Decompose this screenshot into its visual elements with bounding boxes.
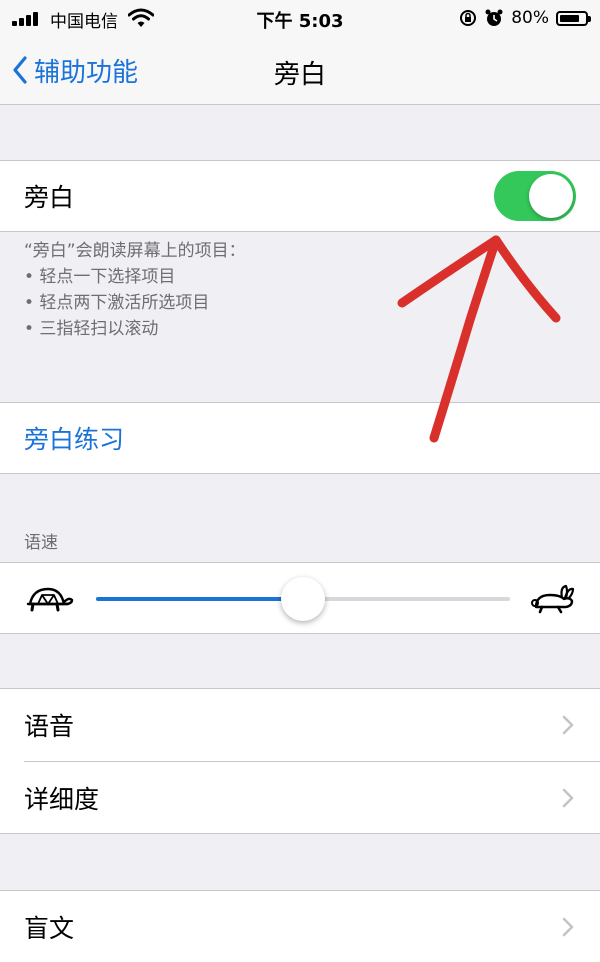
navigation-bar: 辅助功能 旁白 <box>0 36 600 105</box>
battery-percent: 80% <box>511 8 549 28</box>
description-line: “旁白”会朗读屏幕上的项目： <box>24 241 246 261</box>
braille-row[interactable]: 盲文 <box>0 890 600 962</box>
chevron-right-icon <box>562 715 574 735</box>
voiceover-practice-link[interactable]: 旁白练习 <box>24 420 124 456</box>
description-line: • 轻点一下选择项目 <box>24 267 176 287</box>
page-title: 旁白 <box>273 60 326 90</box>
voiceover-cell: 旁白 <box>0 160 600 232</box>
voiceover-practice-cell[interactable]: 旁白练习 <box>0 402 600 474</box>
verbosity-row[interactable]: 详细度 <box>0 762 600 834</box>
slider-fill <box>96 597 303 601</box>
voiceover-toggle[interactable] <box>494 171 576 221</box>
turtle-icon <box>26 587 74 612</box>
rabbit-icon <box>531 584 575 614</box>
status-right: 80% <box>459 6 591 30</box>
speaking-rate-slider[interactable] <box>96 577 510 621</box>
speech-row[interactable]: 语音 <box>0 689 600 761</box>
voiceover-description: “旁白”会朗读屏幕上的项目： • 轻点一下选择项目 • 轻点两下激活所选项目 •… <box>24 238 246 342</box>
verbosity-row-label: 详细度 <box>24 785 100 814</box>
speech-verbosity-group: 语音 详细度 <box>0 688 600 834</box>
toggle-knob <box>529 174 573 218</box>
battery-icon <box>556 10 591 26</box>
slider-thumb[interactable] <box>281 577 325 621</box>
description-line: • 三指轻扫以滚动 <box>24 319 159 339</box>
alarm-icon <box>485 9 503 26</box>
description-line: • 轻点两下激活所选项目 <box>24 293 210 313</box>
speech-row-label: 语音 <box>24 712 75 741</box>
speaking-rate-header: 语速 <box>24 533 58 553</box>
status-bar: 中国电信 下午 5:03 80% <box>0 0 600 36</box>
voiceover-label: 旁白 <box>24 183 75 212</box>
speaking-rate-cell <box>0 562 600 634</box>
orientation-lock-icon <box>460 10 477 26</box>
chevron-right-icon <box>562 788 574 808</box>
braille-row-label: 盲文 <box>24 913 75 943</box>
chevron-right-icon <box>562 917 574 936</box>
